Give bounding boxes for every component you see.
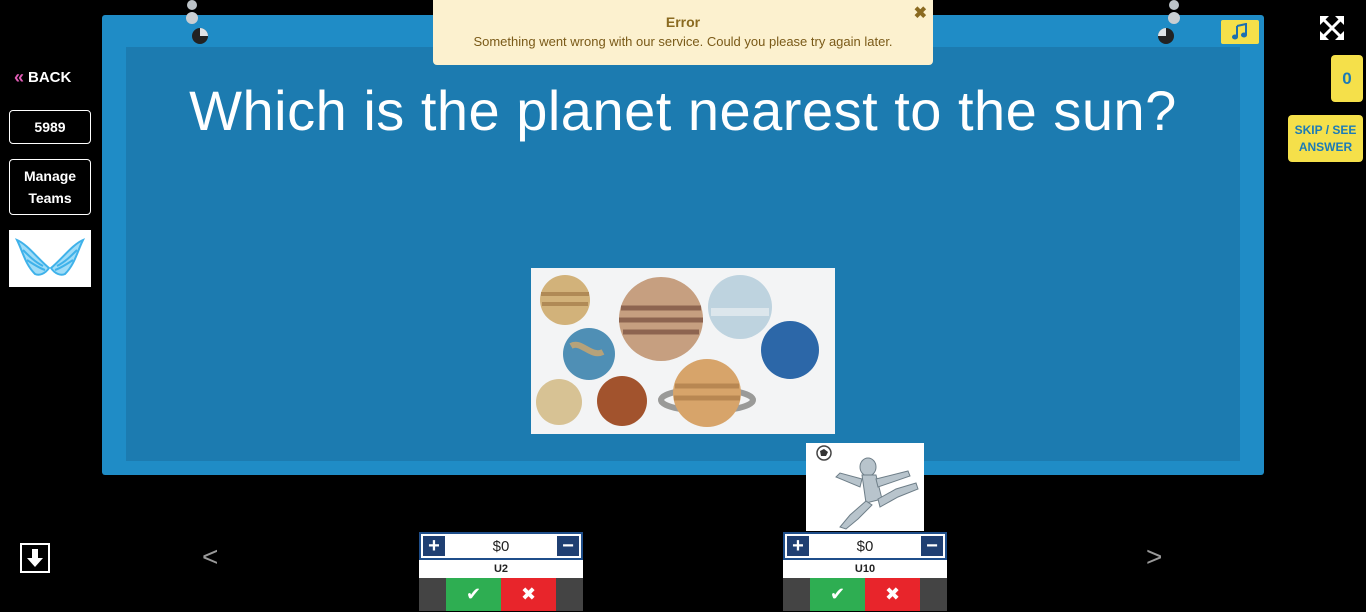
score-counter: 0 — [1331, 55, 1363, 102]
close-x-icon: ✖ — [520, 584, 537, 604]
check-icon: ✔ — [829, 584, 846, 604]
back-label: BACK — [28, 68, 72, 86]
download-arrow-icon — [27, 549, 43, 567]
game-code: 5989 — [34, 119, 66, 135]
plus-icon[interactable]: + — [423, 536, 445, 556]
back-button[interactable]: « BACK — [14, 68, 71, 86]
correct-button[interactable]: ✔ — [810, 578, 865, 611]
left-hanger-icon — [186, 0, 208, 44]
toast-title: Error — [665, 14, 701, 30]
team-score-bar: + $0 − — [419, 532, 583, 560]
manage-teams-label: Manage Teams — [23, 168, 77, 206]
skip-see-answer-button[interactable]: SKIP / SEE ANSWER — [1288, 115, 1363, 162]
toast-message: Something went wrong with our service. C… — [473, 34, 893, 49]
planets-image — [531, 268, 835, 434]
music-button[interactable] — [1221, 20, 1259, 44]
error-toast: ✖ Error Something went wrong with our se… — [433, 0, 933, 65]
back-chevron-icon: « — [14, 67, 25, 87]
minus-icon[interactable]: − — [921, 536, 943, 556]
team-amount: $0 — [492, 537, 510, 555]
team-avatar-image — [806, 443, 924, 531]
right-hanger-icon — [1158, 0, 1180, 44]
check-icon: ✔ — [465, 584, 482, 604]
game-code-box: 5989 — [9, 110, 91, 144]
score-value: 0 — [1342, 68, 1352, 88]
download-button[interactable] — [20, 543, 50, 573]
team-amount: $0 — [856, 537, 874, 555]
wrong-button[interactable]: ✖ — [501, 578, 556, 611]
team-name: U10 — [783, 560, 947, 578]
wrong-button[interactable]: ✖ — [865, 578, 920, 611]
team-score-bar: + $0 − — [783, 532, 947, 560]
team-panel-u2: + $0 − U2 ✔ ✖ — [419, 532, 583, 611]
team-actions: ✔ ✖ — [419, 578, 583, 611]
minus-icon[interactable]: − — [557, 536, 579, 556]
close-x-icon: ✖ — [884, 584, 901, 604]
team-actions: ✔ ✖ — [783, 578, 947, 611]
music-note-icon — [1232, 23, 1247, 40]
correct-button[interactable]: ✔ — [446, 578, 501, 611]
skip-label: SKIP / SEE ANSWER — [1294, 122, 1357, 154]
previous-arrow[interactable]: < — [202, 541, 218, 573]
team-name: U2 — [419, 560, 583, 578]
close-toast-icon[interactable]: ✖ — [914, 3, 927, 23]
avatar-wings-image — [9, 230, 91, 287]
fullscreen-icon[interactable] — [1319, 15, 1345, 41]
next-arrow[interactable]: > — [1146, 541, 1162, 573]
team-panel-u10: + $0 − U10 ✔ ✖ — [783, 532, 947, 611]
plus-icon[interactable]: + — [787, 536, 809, 556]
manage-teams-button[interactable]: Manage Teams — [9, 159, 91, 215]
question-text: Which is the planet nearest to the sun? — [189, 79, 1177, 142]
